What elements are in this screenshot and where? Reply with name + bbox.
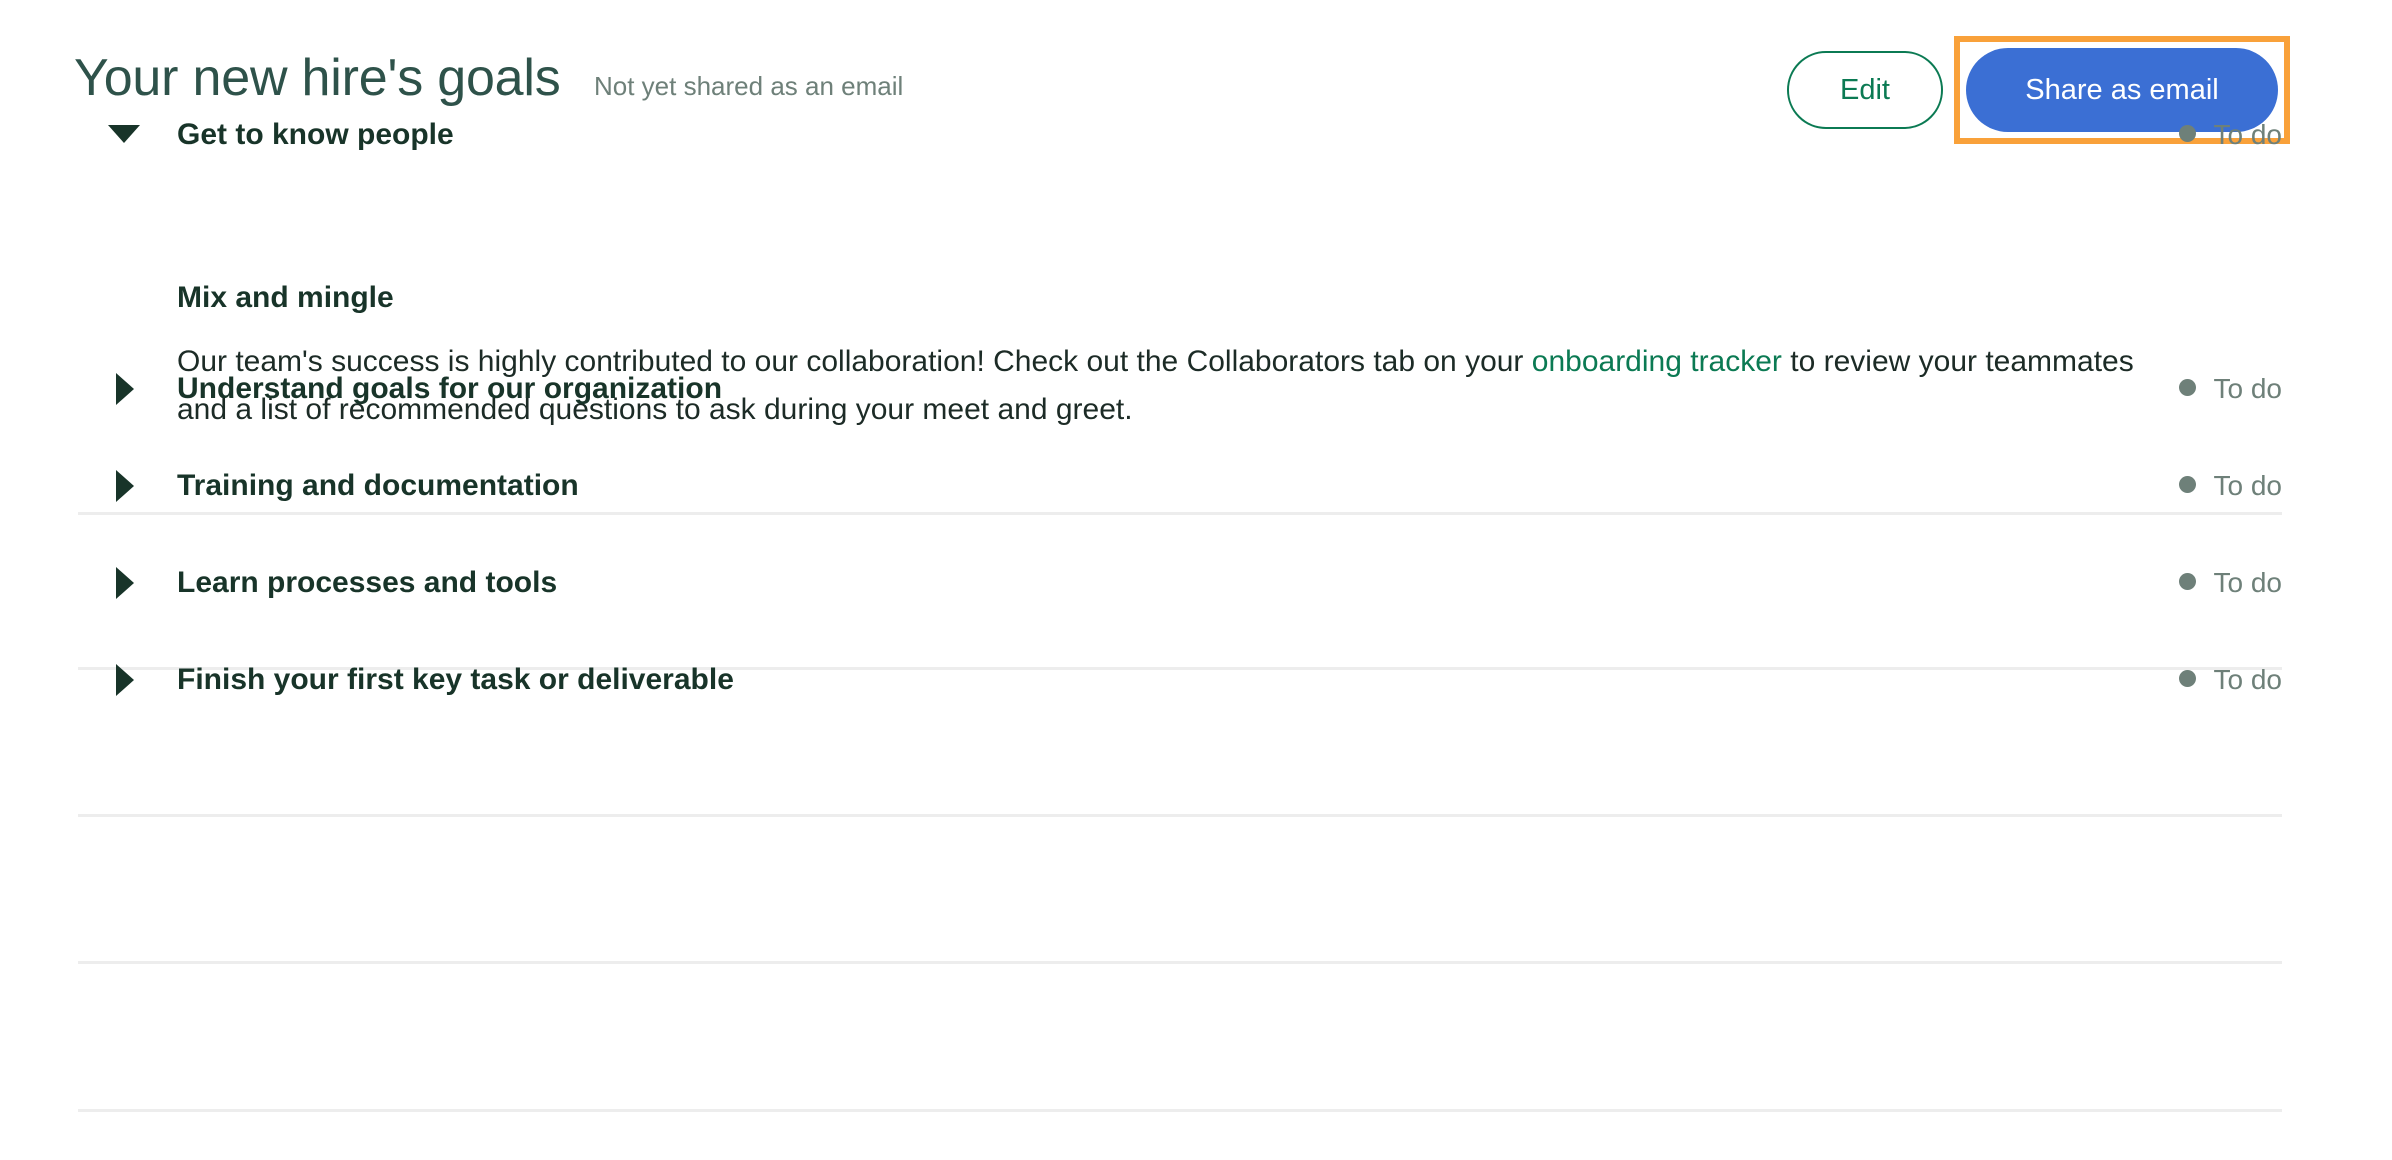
goal-subtitle: Mix and mingle	[177, 281, 394, 314]
status-label: To do	[2213, 373, 2283, 404]
status-dot-icon	[2178, 124, 2196, 142]
caret-right-icon[interactable]	[116, 567, 134, 599]
status-dot-icon	[2178, 475, 2196, 493]
goal-title: Finish your first key task or deliverabl…	[177, 663, 734, 696]
status-badge: To do	[2178, 456, 2283, 516]
status-dot-icon	[2178, 572, 2196, 590]
goal-row-learn-processes[interactable]: Learn processes and tools To do	[0, 553, 2392, 613]
page-title: Your new hire's goals	[74, 49, 561, 107]
status-label: To do	[2213, 470, 2283, 501]
goal-row-training-documentation[interactable]: Training and documentation To do	[0, 456, 2392, 516]
goals-page: Your new hire's goals Not yet shared as …	[0, 0, 2392, 1160]
goal-title: Get to know people	[177, 118, 454, 151]
status-badge: To do	[2178, 105, 2283, 165]
status-dot-icon	[2178, 378, 2196, 396]
status-badge: To do	[2178, 650, 2283, 710]
goal-title: Training and documentation	[177, 469, 579, 502]
goal-row-get-to-know-people[interactable]: Get to know people To do	[0, 105, 2392, 165]
caret-down-icon[interactable]	[108, 125, 140, 143]
caret-right-icon[interactable]	[116, 664, 134, 696]
caret-right-icon[interactable]	[116, 373, 134, 405]
status-label: To do	[2213, 119, 2283, 150]
goal-title: Learn processes and tools	[177, 566, 558, 599]
status-label: To do	[2213, 567, 2283, 598]
goal-row-finish-first-task[interactable]: Finish your first key task or deliverabl…	[0, 650, 2392, 710]
goal-row-understand-goals[interactable]: Understand goals for our organization To…	[0, 359, 2392, 419]
divider	[78, 1109, 2282, 1112]
goal-title: Understand goals for our organization	[177, 372, 723, 405]
status-badge: To do	[2178, 553, 2283, 613]
status-dot-icon	[2178, 669, 2196, 687]
divider	[78, 961, 2282, 964]
status-label: To do	[2213, 664, 2283, 695]
share-status-text: Not yet shared as an email	[594, 71, 904, 101]
caret-right-icon[interactable]	[116, 470, 134, 502]
status-badge: To do	[2178, 359, 2283, 419]
divider	[78, 814, 2282, 817]
